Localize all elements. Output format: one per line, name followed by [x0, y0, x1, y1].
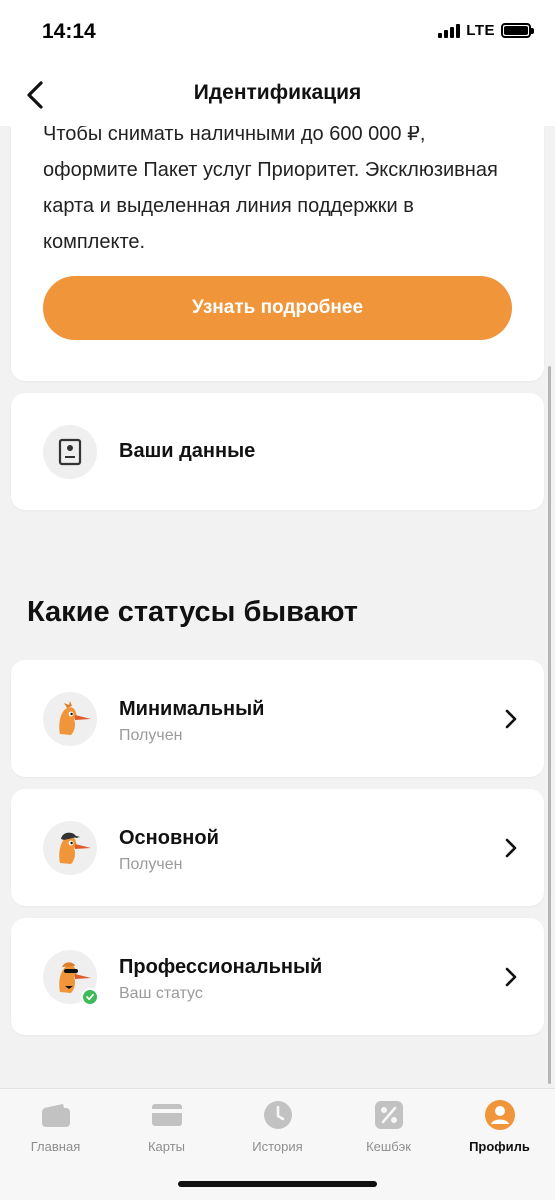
battery-icon	[501, 23, 534, 38]
chevron-right-icon	[505, 709, 517, 729]
chevron-right-icon	[505, 967, 517, 987]
status-item-basic[interactable]: Основной Получен	[11, 789, 544, 906]
tab-history[interactable]: История	[222, 1099, 333, 1155]
tab-profile[interactable]: Профиль	[444, 1099, 555, 1155]
status-item-professional[interactable]: Профессиональный Ваш статус	[11, 918, 544, 1035]
status-subtitle: Получен	[119, 727, 183, 744]
profile-icon	[484, 1099, 516, 1131]
promo-card: Чтобы снимать наличными до 600 000 ₽, оф…	[11, 126, 544, 381]
woodpecker-avatar-icon	[43, 692, 97, 746]
content-scroll-area[interactable]: Чтобы снимать наличными до 600 000 ₽, оф…	[0, 126, 555, 1088]
top-bar: 14:14 LTE Идентификация	[0, 0, 555, 126]
percent-icon	[373, 1099, 405, 1131]
your-data-row[interactable]: Ваши данные	[11, 393, 544, 510]
tab-label: Кешбэк	[366, 1139, 411, 1154]
promo-text: Чтобы снимать наличными до 600 000 ₽, оф…	[43, 126, 498, 253]
statuses-heading: Какие статусы бывают	[27, 596, 358, 628]
tab-label: Главная	[30, 1139, 81, 1154]
network-label: LTE	[466, 22, 495, 39]
woodpecker-sunglasses-avatar-icon	[43, 950, 99, 1006]
check-icon	[81, 988, 99, 1006]
tab-cashback[interactable]: Кешбэк	[333, 1099, 444, 1155]
learn-more-button[interactable]: Узнать подробнее	[43, 276, 512, 340]
tab-label: Профиль	[469, 1139, 530, 1154]
status-item-minimal[interactable]: Минимальный Получен	[11, 660, 544, 777]
scrollbar[interactable]	[548, 366, 551, 1084]
chevron-right-icon	[505, 838, 517, 858]
status-indicators: LTE	[438, 22, 534, 39]
card-icon	[151, 1099, 183, 1131]
status-subtitle: Ваш статус	[119, 985, 203, 1002]
tab-label: История	[252, 1139, 303, 1154]
tab-label: Карты	[147, 1139, 186, 1154]
your-data-label: Ваши данные	[119, 440, 256, 462]
status-title: Основной	[119, 827, 219, 849]
clock-icon	[262, 1099, 294, 1131]
wallet-icon	[40, 1099, 72, 1131]
page-title: Идентификация	[193, 81, 362, 104]
status-subtitle: Получен	[119, 856, 183, 873]
status-title: Профессиональный	[119, 956, 323, 978]
status-title: Минимальный	[119, 698, 265, 720]
status-time: 14:14	[42, 20, 96, 43]
signal-icon	[438, 23, 461, 38]
tab-cards[interactable]: Карты	[111, 1099, 222, 1155]
tab-home[interactable]: Главная	[0, 1099, 111, 1155]
document-icon	[43, 425, 97, 479]
woodpecker-cap-avatar-icon	[43, 821, 97, 875]
home-indicator[interactable]	[178, 1181, 377, 1187]
